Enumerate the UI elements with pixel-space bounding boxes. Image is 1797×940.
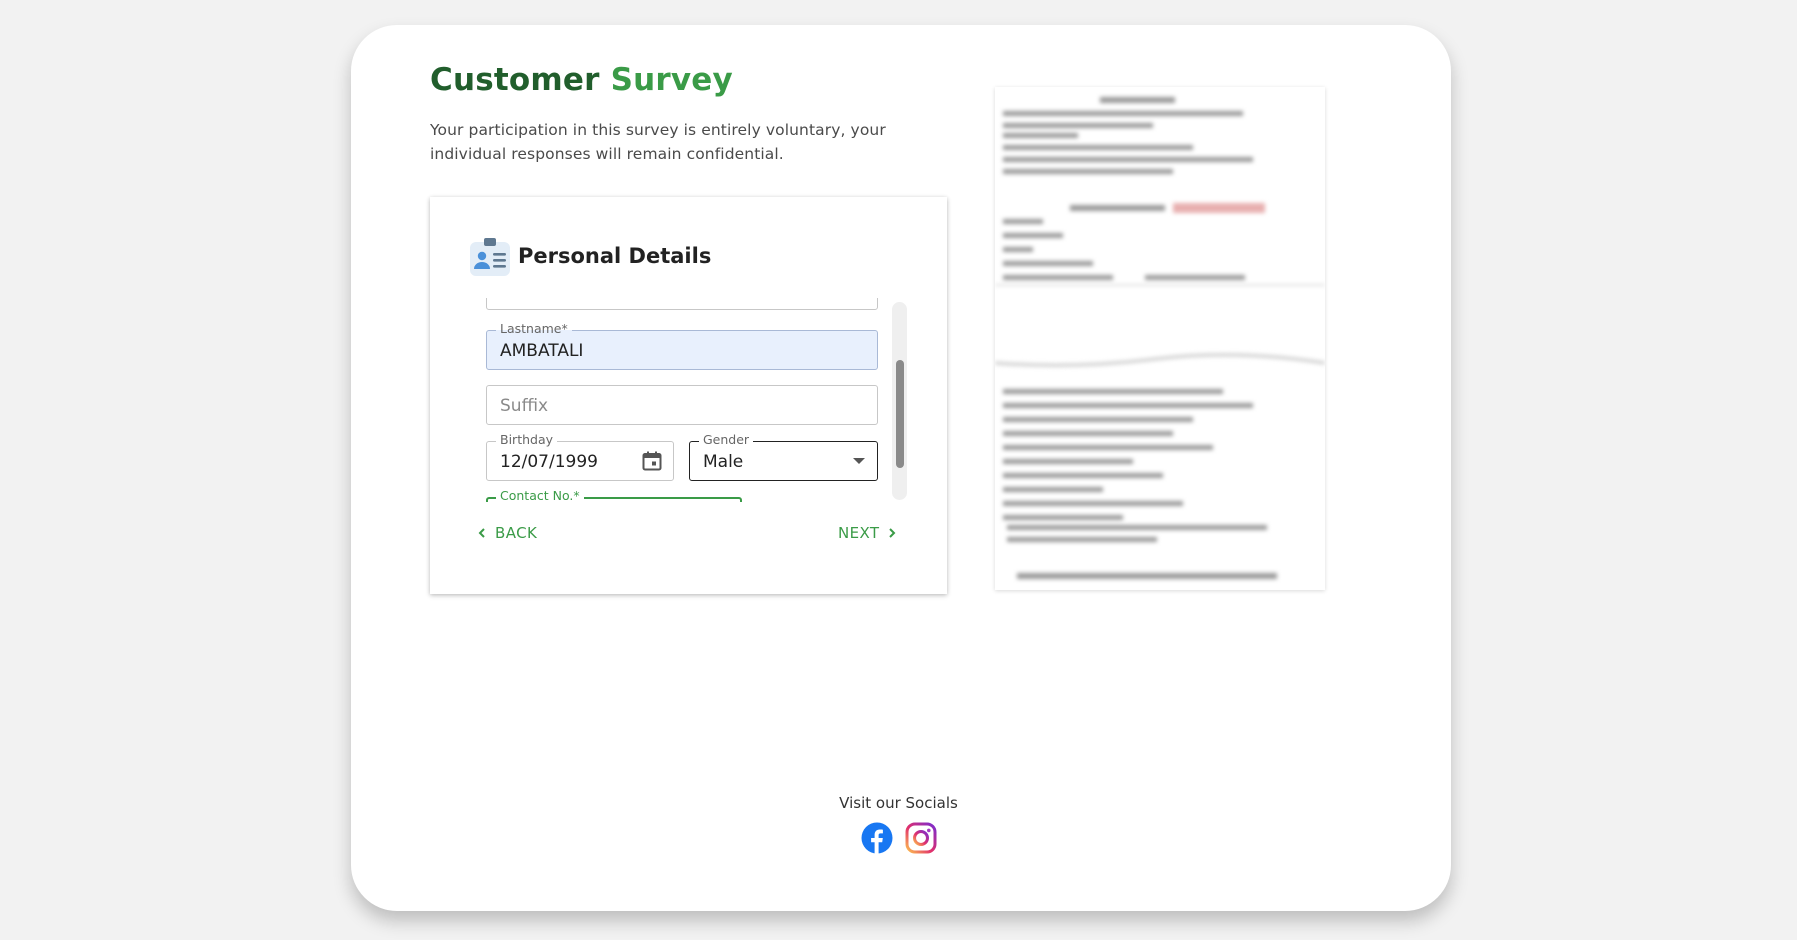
form-scroll-area[interactable]: Lastname* AMBATALI Suffix Birthday 12/07… [470,298,890,502]
facebook-icon[interactable] [861,822,893,854]
birthday-value: 12/07/1999 [500,452,598,472]
next-button[interactable]: NEXT [838,524,897,542]
next-label: NEXT [838,524,880,542]
lastname-input[interactable]: Lastname* AMBATALI [486,321,878,370]
gender-label: Gender [699,432,754,448]
calendar-icon[interactable] [641,450,663,472]
chevron-right-icon [889,528,896,538]
firstname-input[interactable] [486,298,878,310]
lastname-value: AMBATALI [500,341,584,361]
back-button[interactable]: BACK [477,524,537,542]
instagram-icon[interactable] [905,822,937,854]
contact-label: Contact No.* [496,488,584,502]
document-preview-image [995,87,1325,590]
section-title: Personal Details [518,244,712,268]
chevron-left-icon [478,528,485,538]
suffix-input[interactable]: Suffix [486,385,878,425]
suffix-placeholder: Suffix [500,396,549,416]
gender-value: Male [703,452,744,472]
birthday-input[interactable]: Birthday 12/07/1999 [486,432,674,481]
birthday-label: Birthday [496,432,558,448]
contact-card-icon [470,238,510,276]
socials-row [0,822,1797,854]
page-title-part2: Survey [610,62,733,98]
gender-select[interactable]: Gender Male [689,432,878,481]
lastname-label: Lastname* [496,321,572,337]
back-label: BACK [495,524,538,542]
intro-text: Your participation in this survey is ent… [430,121,886,163]
page-title-part1: Customer [430,62,600,98]
scrollbar-thumb[interactable] [896,360,904,468]
contact-input[interactable]: Contact No.* [486,488,742,502]
socials-label: Visit our Socials [839,794,958,812]
caret-down-icon [853,458,865,464]
page-title: Customer Survey [430,62,733,98]
